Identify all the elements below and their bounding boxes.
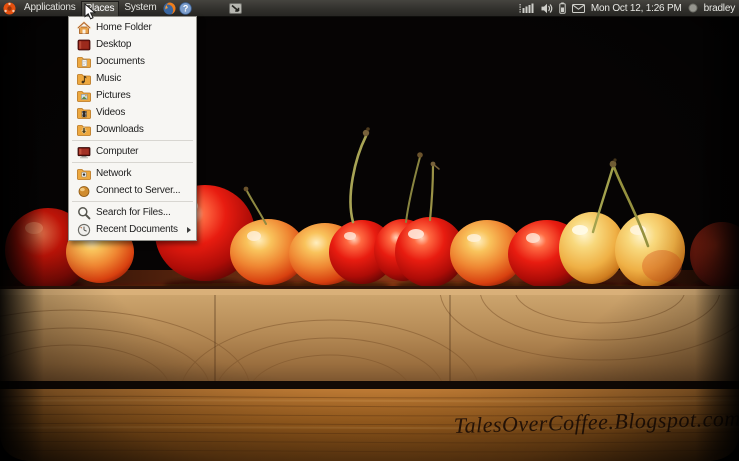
menu-item-label: Computer xyxy=(96,146,139,157)
desktop-icon xyxy=(76,37,92,53)
menu-separator xyxy=(72,140,193,141)
ubuntu-logo-icon[interactable] xyxy=(2,1,16,15)
firefox-launcher-icon[interactable] xyxy=(163,1,177,15)
menu-item-label: Recent Documents xyxy=(96,224,178,235)
battery-icon[interactable] xyxy=(559,2,566,14)
recent-documents-icon xyxy=(76,222,92,238)
menu-system[interactable]: System xyxy=(119,0,161,16)
menu-item-videos[interactable]: Videos xyxy=(70,104,195,121)
menu-separator xyxy=(72,201,193,202)
help-launcher-icon[interactable]: ? xyxy=(179,1,193,15)
menu-item-label: Documents xyxy=(96,56,145,67)
menu-item-connect-to-server[interactable]: Connect to Server... xyxy=(70,182,195,199)
places-dropdown-menu: Home Folder Desktop Documents Music Pict… xyxy=(68,16,197,241)
menu-item-label: Connect to Server... xyxy=(96,185,181,196)
window-task-icon[interactable] xyxy=(228,2,242,14)
videos-icon xyxy=(76,105,92,121)
mail-icon[interactable] xyxy=(571,3,585,13)
menu-item-label: Music xyxy=(96,73,122,84)
menu-item-search-for-files[interactable]: Search for Files... xyxy=(70,204,195,221)
mouse-cursor xyxy=(84,3,97,20)
menu-item-computer[interactable]: Computer xyxy=(70,143,195,160)
menu-item-label: Pictures xyxy=(96,90,131,101)
menu-item-label: Videos xyxy=(96,107,126,118)
volume-icon[interactable] xyxy=(541,3,553,14)
menu-item-label: Downloads xyxy=(96,124,144,135)
computer-icon xyxy=(76,144,92,160)
menu-item-label: Search for Files... xyxy=(96,207,171,218)
username[interactable]: bradley xyxy=(704,3,736,14)
menu-item-music[interactable]: Music xyxy=(70,70,195,87)
search-icon xyxy=(76,205,92,221)
menu-item-documents[interactable]: Documents xyxy=(70,53,195,70)
menu-item-desktop[interactable]: Desktop xyxy=(70,36,195,53)
menu-item-pictures[interactable]: Pictures xyxy=(70,87,195,104)
menu-item-label: Desktop xyxy=(96,39,132,50)
menu-applications[interactable]: Applications xyxy=(19,0,81,16)
server-globe-icon xyxy=(76,183,92,199)
documents-icon xyxy=(76,54,92,70)
system-tray: Mon Oct 12, 1:26 PM bradley xyxy=(519,2,739,14)
desktop-screen: TalesOverCoffee.Blogspot.com Application… xyxy=(0,0,739,461)
home-folder-icon xyxy=(76,20,92,36)
menu-item-home-folder[interactable]: Home Folder xyxy=(70,19,195,36)
menu-item-network[interactable]: Network xyxy=(70,165,195,182)
pictures-icon xyxy=(76,88,92,104)
menu-item-label: Home Folder xyxy=(96,22,152,33)
submenu-arrow-icon xyxy=(187,226,191,233)
downloads-icon xyxy=(76,122,92,138)
menu-separator xyxy=(72,162,193,163)
menu-item-label: Network xyxy=(96,168,132,179)
network-signal-icon[interactable] xyxy=(519,3,535,14)
menu-item-downloads[interactable]: Downloads xyxy=(70,121,195,138)
clock[interactable]: Mon Oct 12, 1:26 PM xyxy=(591,3,682,14)
menu-item-recent-documents[interactable]: Recent Documents xyxy=(70,221,195,238)
svg-text:?: ? xyxy=(183,3,188,13)
top-panel: Applications Places System ? Mon Oct 12,… xyxy=(0,0,739,17)
network-icon xyxy=(76,166,92,182)
music-icon xyxy=(76,71,92,87)
user-presence-icon[interactable] xyxy=(688,3,698,13)
